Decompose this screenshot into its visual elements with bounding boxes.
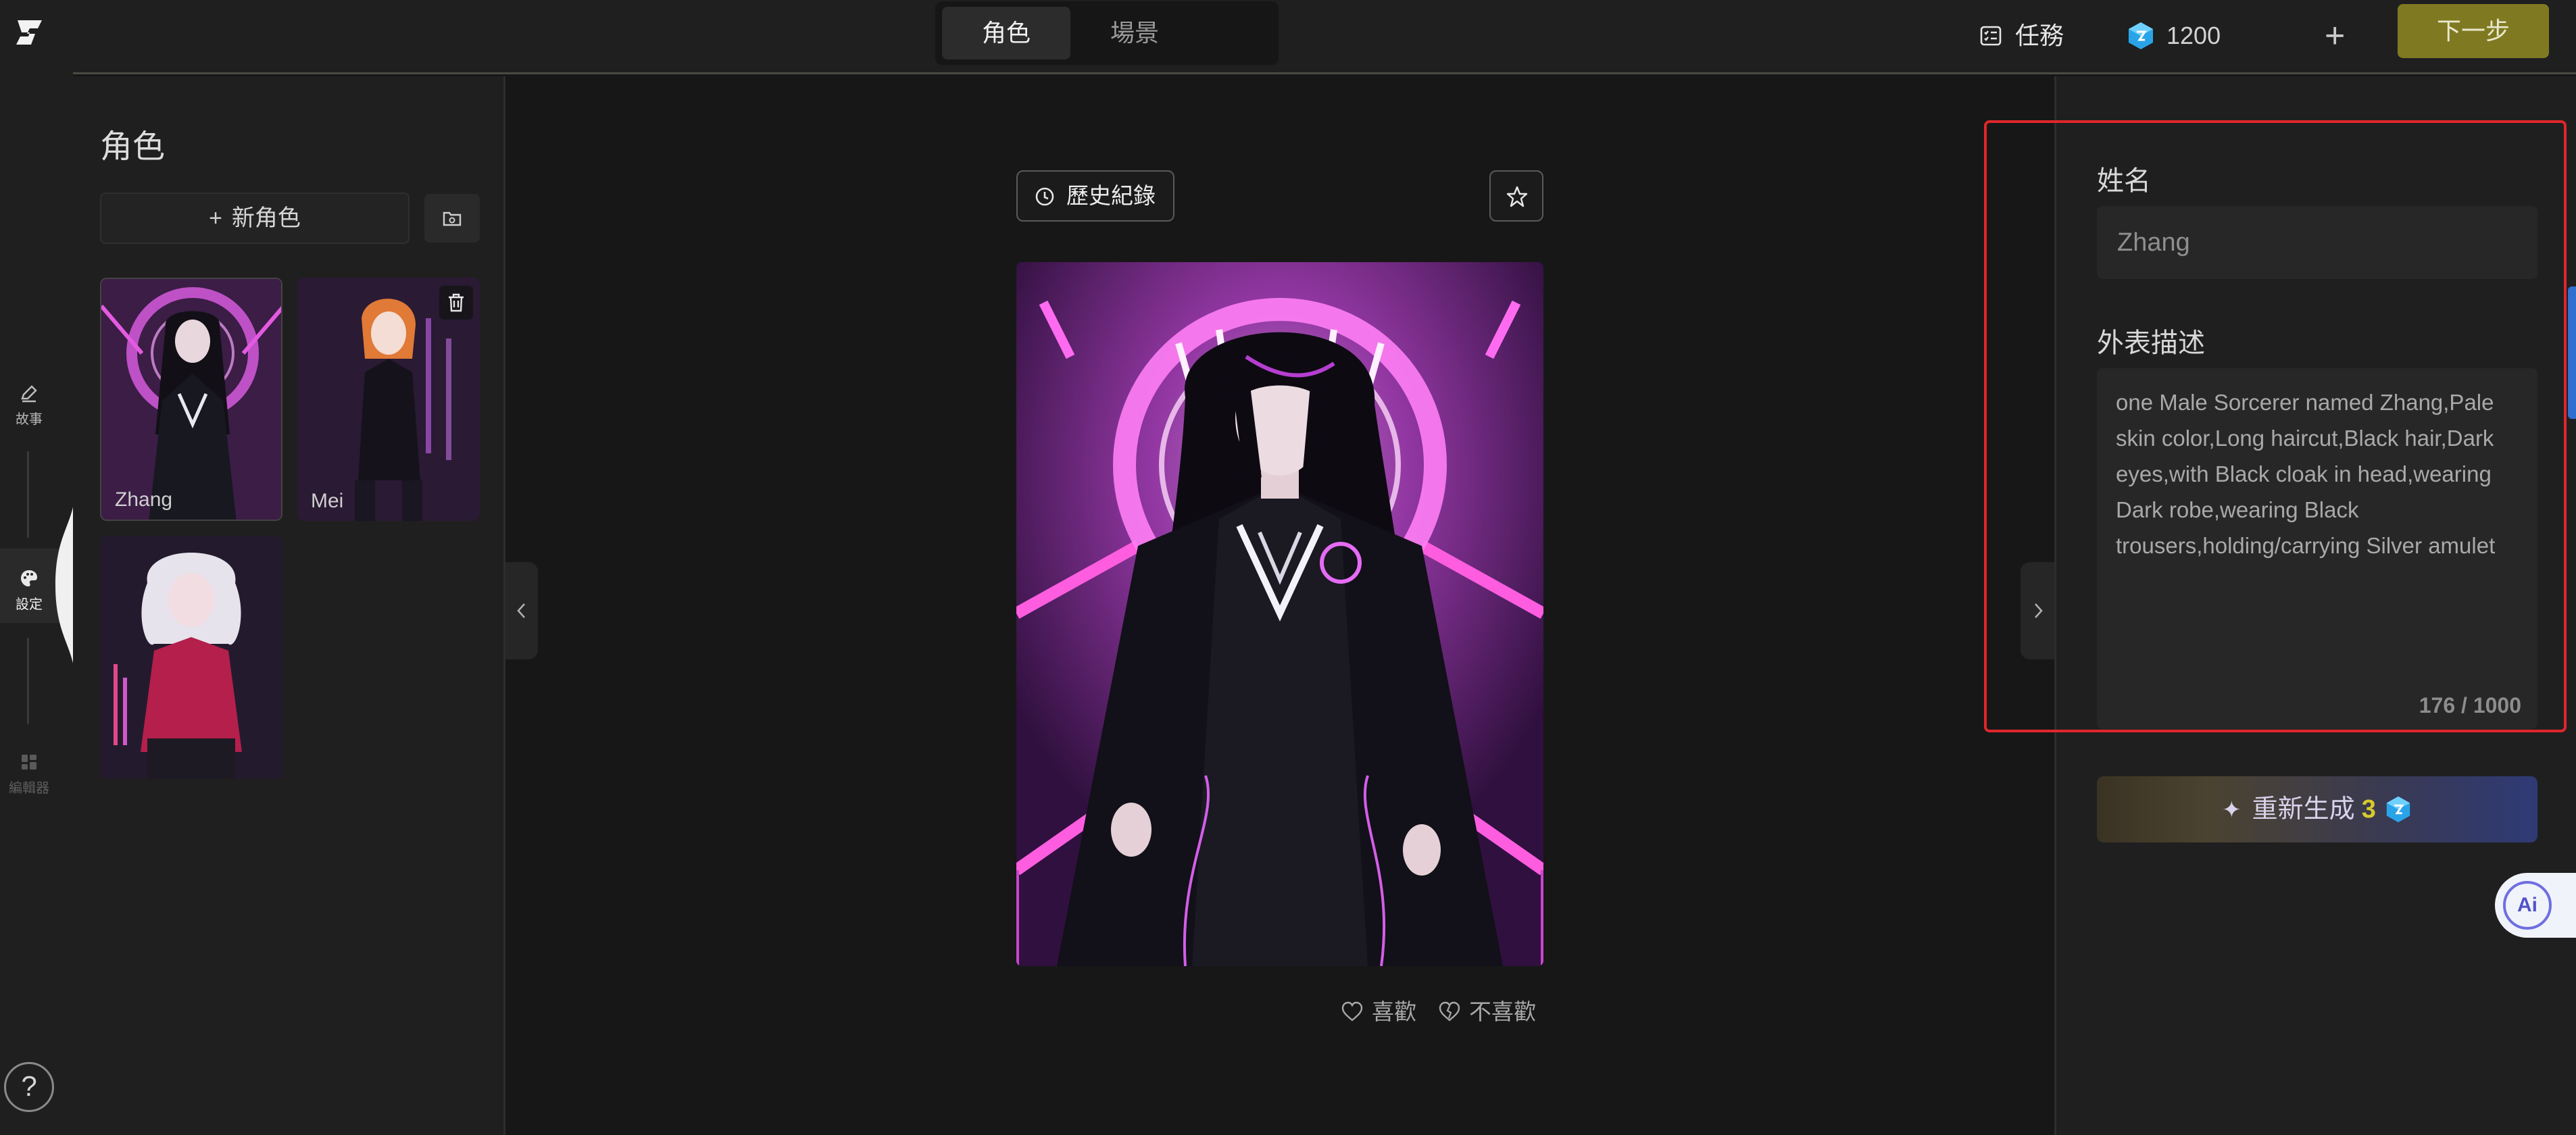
rail-item-label: 設定 bbox=[16, 597, 43, 612]
grid-icon bbox=[22, 755, 36, 770]
regenerate-cost: 3 bbox=[2361, 795, 2376, 824]
rail-item-story[interactable]: 故事 bbox=[0, 382, 58, 428]
mode-tabs: 角色 場景 bbox=[935, 1, 1279, 65]
rail-item-label: 故事 bbox=[16, 412, 43, 427]
tab-scene[interactable]: 場景 bbox=[1070, 7, 1199, 59]
character-artwork bbox=[1016, 262, 1543, 966]
highlight-box bbox=[1984, 120, 2567, 732]
regenerate-label: 重新生成 bbox=[2252, 795, 2355, 824]
tab-character[interactable]: 角色 bbox=[942, 7, 1070, 59]
ai-assistant-label: Ai bbox=[2503, 881, 2552, 930]
rail-divider bbox=[27, 638, 29, 724]
gem-icon bbox=[2386, 796, 2410, 823]
character-thumbnail-image bbox=[101, 279, 281, 520]
sparkle-icon: ✦ bbox=[2222, 797, 2241, 823]
new-character-button[interactable]: + 新角色 bbox=[100, 193, 410, 244]
character-name-label: Mei bbox=[311, 490, 344, 512]
rail-item-editor[interactable]: 編輯器 bbox=[0, 751, 58, 797]
heart-icon bbox=[1341, 1001, 1363, 1022]
delete-character-button[interactable] bbox=[439, 286, 473, 320]
rail-divider bbox=[27, 451, 29, 538]
plus-icon: + bbox=[209, 205, 222, 231]
next-step-button[interactable]: 下一步 bbox=[2398, 4, 2549, 58]
character-card[interactable] bbox=[100, 536, 282, 779]
character-thumbnail-image bbox=[100, 536, 282, 779]
checklist-icon bbox=[1980, 26, 2002, 46]
broken-heart-icon bbox=[1439, 1001, 1460, 1022]
like-button[interactable]: 喜歡 bbox=[1341, 996, 1416, 1028]
trash-icon bbox=[449, 293, 464, 312]
help-button[interactable]: ? bbox=[4, 1062, 54, 1112]
dislike-button[interactable]: 不喜歡 bbox=[1438, 996, 1536, 1028]
pencil-icon bbox=[21, 385, 37, 403]
panel-title: 角色 bbox=[100, 129, 166, 165]
character-card[interactable]: Mei bbox=[297, 278, 480, 521]
regenerate-button[interactable]: ✦ 重新生成 3 bbox=[2097, 776, 2537, 842]
like-label: 喜歡 bbox=[1372, 999, 1416, 1024]
task-button[interactable]: 任務 bbox=[1979, 15, 2064, 57]
generated-character-image bbox=[1016, 262, 1543, 966]
palette-icon bbox=[21, 570, 37, 586]
coin-balance: 1200 bbox=[2126, 15, 2221, 57]
history-label: 歷史紀錄 bbox=[1066, 183, 1156, 208]
chevron-left-icon bbox=[517, 603, 525, 618]
clock-icon bbox=[1035, 187, 1054, 206]
gem-icon bbox=[2129, 22, 2153, 49]
import-folder-button[interactable] bbox=[424, 194, 480, 243]
history-button[interactable]: 歷史紀錄 bbox=[1016, 170, 1174, 222]
app-logo-icon[interactable] bbox=[11, 15, 49, 50]
favorite-button[interactable] bbox=[1489, 170, 1543, 222]
character-panel: 角色 + 新角色 Zhang Mei bbox=[73, 76, 505, 1135]
add-coins-button[interactable]: + bbox=[2325, 15, 2345, 57]
new-character-label: 新角色 bbox=[231, 205, 301, 231]
panel-scrollbar[interactable] bbox=[2568, 286, 2576, 419]
character-card[interactable]: Zhang bbox=[100, 278, 282, 521]
collapse-left-panel-button[interactable] bbox=[505, 562, 538, 659]
rail-item-label: 編輯器 bbox=[9, 781, 49, 796]
star-icon bbox=[1506, 186, 1528, 207]
coin-count: 1200 bbox=[2166, 22, 2221, 49]
left-rail: 故事 設定 編輯器 ? bbox=[0, 0, 76, 1135]
folder-icon bbox=[443, 211, 462, 226]
rail-item-settings[interactable]: 設定 bbox=[0, 568, 58, 613]
dislike-label: 不喜歡 bbox=[1469, 999, 1536, 1024]
character-name-label: Zhang bbox=[115, 488, 173, 511]
task-label: 任務 bbox=[2015, 22, 2064, 49]
ai-assistant-button[interactable]: Ai bbox=[2495, 873, 2576, 938]
